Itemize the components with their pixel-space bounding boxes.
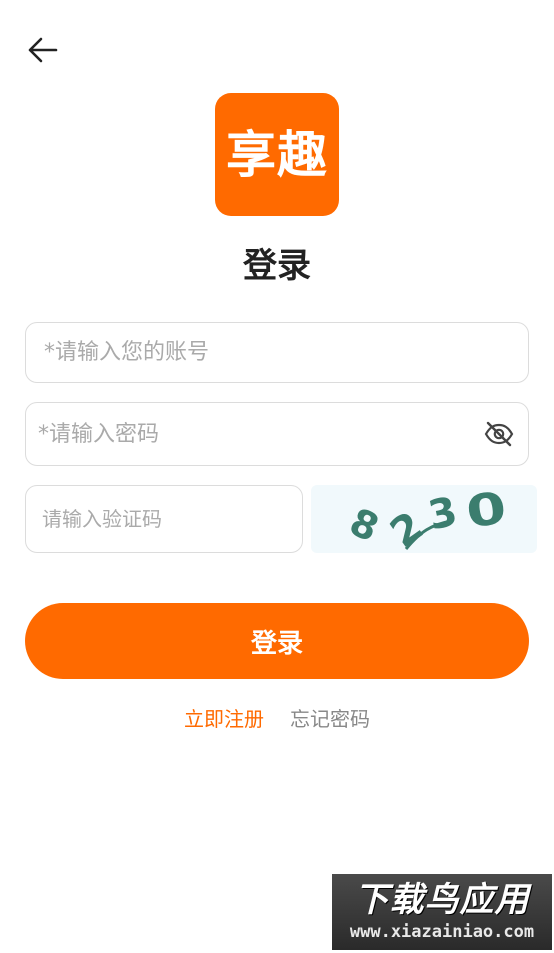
verification-code-field[interactable]	[25, 485, 303, 553]
forgot-password-link[interactable]: 忘记密码	[290, 703, 370, 737]
password-visibility-toggle[interactable]	[482, 417, 516, 451]
app-logo: 享趣	[215, 93, 339, 216]
page-title: 登录	[243, 246, 311, 286]
login-screen: 享趣 登录 8 2 3 0 登录 立即注册 忘记密码 下载鸟应用 www.	[0, 0, 554, 953]
register-link[interactable]: 立即注册	[184, 703, 264, 737]
captcha-noise-line	[404, 519, 452, 550]
back-button[interactable]	[22, 30, 62, 70]
watermark-logo: 下载鸟应用 www.xiazainiao.com	[332, 874, 552, 950]
captcha-image[interactable]: 8 2 3 0	[311, 485, 537, 553]
password-input[interactable]	[38, 403, 476, 465]
watermark-title: 下载鸟应用	[354, 880, 530, 920]
account-input[interactable]	[44, 323, 528, 382]
login-button[interactable]: 登录	[25, 603, 529, 679]
verification-code-input[interactable]	[42, 486, 302, 552]
account-field[interactable]	[25, 322, 529, 383]
eye-off-icon	[484, 421, 514, 447]
arrow-left-icon	[28, 37, 58, 63]
auth-links: 立即注册 忘记密码	[0, 703, 554, 737]
app-logo-text: 享趣	[226, 125, 328, 184]
password-field[interactable]	[25, 402, 529, 466]
watermark-url: www.xiazainiao.com	[349, 922, 535, 942]
